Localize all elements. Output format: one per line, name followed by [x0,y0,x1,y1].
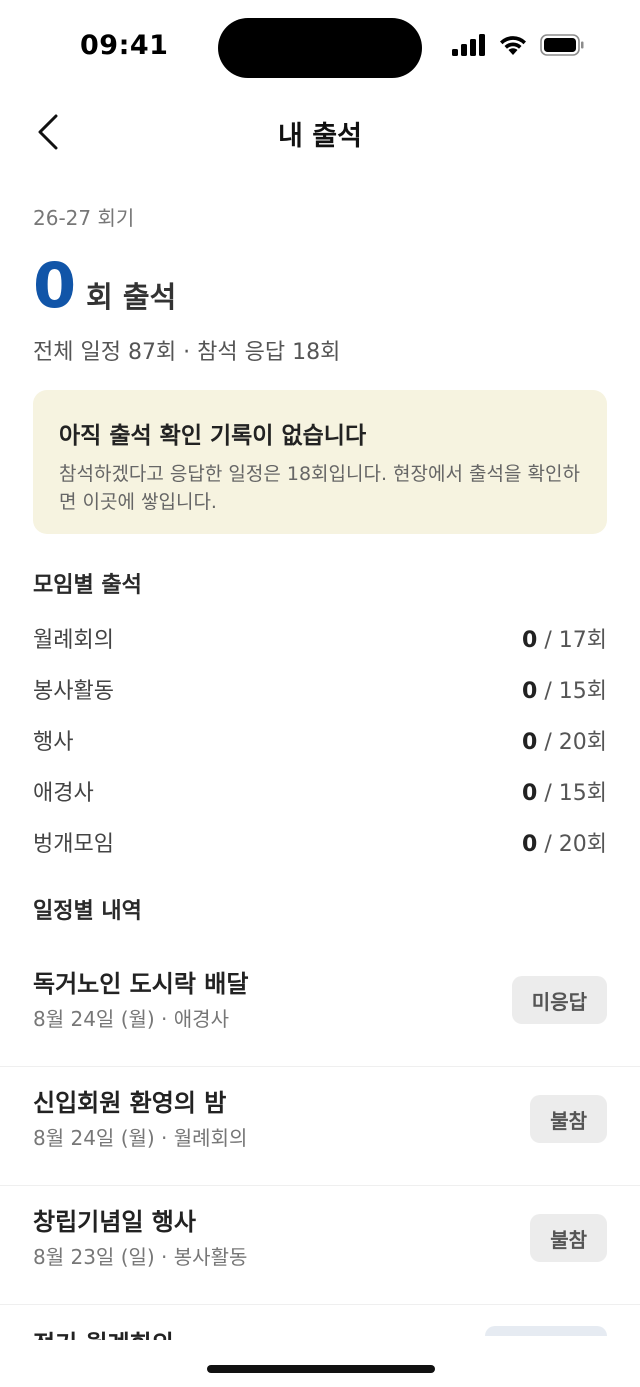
group-name: 행사 [33,729,74,755]
status-time: 09:41 [80,30,169,61]
event-name: 창립기념일 행사 [33,1208,196,1236]
group-attendance-list: 월례회의 0 / 17회 봉사활동 0 / 15회 행사 0 / 20회 애경사… [33,612,607,867]
group-section-title: 모임별 출석 [33,573,142,598]
event-status-badge[interactable]: 불참 [530,1095,607,1143]
cellular-signal-icon [452,34,485,56]
attendance-count-label: 회 출석 [86,280,177,314]
event-meta: 8월 23일 (일) · 봉사활동 [33,1245,248,1269]
attendance-count-number: 0 [33,249,77,322]
group-name: 애경사 [33,780,94,806]
wifi-icon [500,36,526,55]
dynamic-island [218,18,422,78]
event-meta: 8월 24일 (월) · 월례회의 [33,1126,248,1150]
nav-bar: 내 출석 [0,100,640,164]
event-status-badge[interactable]: 미응답 [511,976,607,1024]
event-name: 정기 월례회의 [33,1324,174,1340]
group-row: 봉사활동 0 / 15회 [33,663,607,714]
status-icons [452,34,584,56]
event-row[interactable]: 신입회원 환영의 밤 8월 24일 (월) · 월례회의 불참 [0,1067,640,1186]
notice-title: 아직 출석 확인 기록이 없습니다 [59,423,367,449]
battery-icon [540,34,584,56]
event-row[interactable]: 독거노인 도시락 배달 8월 24일 (월) · 애경사 미응답 [0,948,640,1067]
event-name: 독거노인 도시락 배달 [33,970,249,998]
notice-body: 참석하겠다고 응답한 일정은 18회입니다. 현장에서 출석을 확인하면 이곳에… [59,463,580,513]
group-row: 행사 0 / 20회 [33,714,607,765]
event-status-badge[interactable]: 불참 [530,1214,607,1262]
group-name: 벙개모임 [33,831,114,857]
empty-notice-card: 아직 출석 확인 기록이 없습니다 참석하겠다고 응답한 일정은 18회입니다.… [33,390,607,534]
group-name: 월례회의 [33,627,114,653]
group-name: 봉사활동 [33,678,114,704]
page-title: 내 출석 [278,121,362,152]
home-indicator[interactable] [207,1365,435,1373]
group-count: 0 / 20회 [522,729,607,755]
event-meta: 8월 24일 (월) · 애경사 [33,1007,229,1031]
event-row[interactable]: 창립기념일 행사 8월 23일 (일) · 봉사활동 불참 [0,1186,640,1305]
event-status-badge-partial[interactable] [485,1326,607,1336]
group-row: 벙개모임 0 / 20회 [33,816,607,867]
attendance-count: 0 회 출석 [33,255,176,317]
group-row: 애경사 0 / 15회 [33,765,607,816]
event-history-list: 독거노인 도시락 배달 8월 24일 (월) · 애경사 미응답 신입회원 환영… [0,948,640,1305]
group-row: 월례회의 0 / 17회 [33,612,607,663]
event-name: 신입회원 환영의 밤 [33,1089,227,1117]
event-section-title: 일정별 내역 [33,899,142,924]
status-bar: 09:41 [0,0,640,96]
group-count: 0 / 17회 [522,627,607,653]
group-count: 0 / 15회 [522,780,607,806]
group-count: 0 / 15회 [522,678,607,704]
group-count: 0 / 20회 [522,831,607,857]
season-label: 26-27 회기 [33,206,135,230]
attendance-summary: 전체 일정 87회 · 참석 응답 18회 [33,340,341,365]
